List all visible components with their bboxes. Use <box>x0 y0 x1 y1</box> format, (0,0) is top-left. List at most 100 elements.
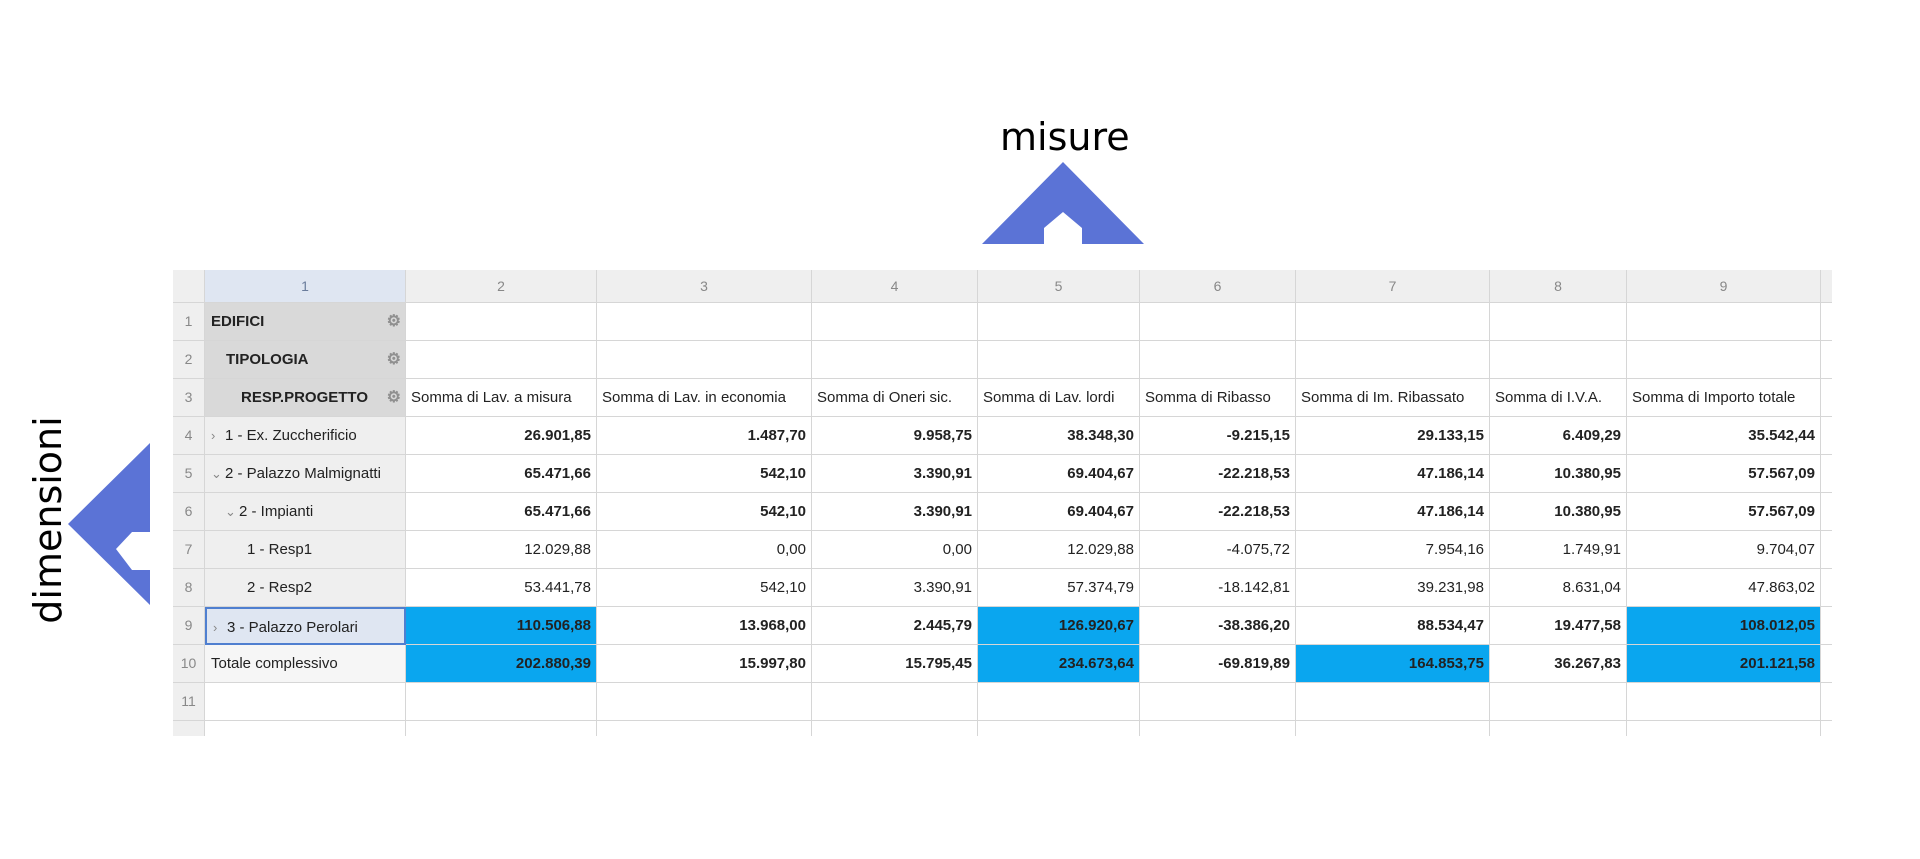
value-cell[interactable]: 3.390,91 <box>812 455 978 493</box>
value-cell[interactable]: 10.380,95 <box>1490 455 1627 493</box>
value-cell[interactable]: 164.853,75 <box>1296 645 1490 683</box>
empty-cell[interactable] <box>812 683 978 721</box>
collapse-chevron-icon[interactable]: ⌄ <box>211 455 225 492</box>
value-cell[interactable]: -69.819,89 <box>1140 645 1296 683</box>
empty-cell[interactable] <box>1296 303 1490 341</box>
empty-cell[interactable] <box>597 683 812 721</box>
row-header-8[interactable]: 8 <box>173 569 205 607</box>
value-cell[interactable]: 10.380,95 <box>1490 493 1627 531</box>
column-header-8[interactable]: 8 <box>1490 270 1627 303</box>
row-header-2[interactable]: 2 <box>173 341 205 379</box>
value-cell[interactable]: 69.404,67 <box>978 493 1140 531</box>
row-header-3[interactable]: 3 <box>173 379 205 417</box>
value-cell[interactable]: 234.673,64 <box>978 645 1140 683</box>
dimension-row-label[interactable]: 1 - Resp1 <box>205 531 406 569</box>
value-cell[interactable]: 542,10 <box>597 455 812 493</box>
column-header-3[interactable]: 3 <box>597 270 812 303</box>
measure-header[interactable]: Somma di I.V.A. <box>1490 379 1627 417</box>
empty-cell[interactable] <box>205 721 406 736</box>
empty-cell[interactable] <box>978 341 1140 379</box>
value-cell[interactable]: 9.958,75 <box>812 417 978 455</box>
value-cell[interactable]: 36.267,83 <box>1490 645 1627 683</box>
measure-header[interactable]: Somma di Im. Ribassato <box>1296 379 1490 417</box>
empty-cell[interactable] <box>1627 303 1821 341</box>
empty-cell[interactable] <box>597 303 812 341</box>
value-cell[interactable]: -4.075,72 <box>1140 531 1296 569</box>
field-header-edifici[interactable]: EDIFICI ⚙ <box>205 303 406 341</box>
empty-cell[interactable] <box>1627 721 1821 736</box>
empty-cell[interactable] <box>1821 455 1832 493</box>
value-cell[interactable]: 7.954,16 <box>1296 531 1490 569</box>
gear-icon[interactable]: ⚙ <box>387 379 401 416</box>
expand-chevron-icon[interactable]: › <box>211 417 225 454</box>
value-cell[interactable]: 9.704,07 <box>1627 531 1821 569</box>
measure-header[interactable]: Somma di Lav. lordi <box>978 379 1140 417</box>
empty-cell[interactable] <box>1140 303 1296 341</box>
row-header-1[interactable]: 1 <box>173 303 205 341</box>
value-cell[interactable]: 542,10 <box>597 569 812 607</box>
value-cell[interactable]: 3.390,91 <box>812 569 978 607</box>
value-cell[interactable]: 6.409,29 <box>1490 417 1627 455</box>
value-cell[interactable]: 65.471,66 <box>406 493 597 531</box>
value-cell[interactable]: 69.404,67 <box>978 455 1140 493</box>
value-cell[interactable]: 39.231,98 <box>1296 569 1490 607</box>
value-cell[interactable]: 8.631,04 <box>1490 569 1627 607</box>
row-header-10[interactable]: 10 <box>173 645 205 683</box>
value-cell[interactable]: 47.186,14 <box>1296 455 1490 493</box>
empty-cell[interactable] <box>812 341 978 379</box>
empty-cell[interactable] <box>978 303 1140 341</box>
empty-cell[interactable] <box>1821 341 1832 379</box>
dimension-row-label[interactable]: ⌄ 2 - Palazzo Malmignatti <box>205 455 406 493</box>
value-cell[interactable]: 15.795,45 <box>812 645 978 683</box>
column-header-extra[interactable] <box>1821 270 1832 303</box>
value-cell[interactable]: 542,10 <box>597 493 812 531</box>
collapse-chevron-icon[interactable]: ⌄ <box>225 493 239 530</box>
empty-cell[interactable] <box>1490 303 1627 341</box>
measure-header[interactable]: Somma di Importo totale <box>1627 379 1821 417</box>
value-cell[interactable]: 13.968,00 <box>597 607 812 645</box>
empty-cell[interactable] <box>597 341 812 379</box>
dimension-row-label[interactable]: › 1 - Ex. Zuccherificio <box>205 417 406 455</box>
empty-cell[interactable] <box>1140 721 1296 736</box>
value-cell[interactable]: 2.445,79 <box>812 607 978 645</box>
dimension-row-label[interactable]: Totale complessivo <box>205 645 406 683</box>
empty-cell[interactable] <box>1821 721 1832 736</box>
value-cell[interactable]: 29.133,15 <box>1296 417 1490 455</box>
empty-cell[interactable] <box>978 721 1140 736</box>
value-cell[interactable]: 108.012,05 <box>1627 607 1821 645</box>
measure-header[interactable]: Somma di Ribasso <box>1140 379 1296 417</box>
empty-cell[interactable] <box>812 303 978 341</box>
value-cell[interactable]: 47.186,14 <box>1296 493 1490 531</box>
empty-cell[interactable] <box>406 721 597 736</box>
value-cell[interactable]: 35.542,44 <box>1627 417 1821 455</box>
value-cell[interactable]: 57.567,09 <box>1627 455 1821 493</box>
value-cell[interactable]: 15.997,80 <box>597 645 812 683</box>
measure-header[interactable]: Somma di Lav. in economia <box>597 379 812 417</box>
value-cell[interactable]: 65.471,66 <box>406 455 597 493</box>
value-cell[interactable]: 53.441,78 <box>406 569 597 607</box>
empty-cell[interactable] <box>1821 531 1832 569</box>
field-header-resp-progetto[interactable]: RESP.PROGETTO ⚙ <box>205 379 406 417</box>
column-header-2[interactable]: 2 <box>406 270 597 303</box>
column-header-7[interactable]: 7 <box>1296 270 1490 303</box>
empty-cell[interactable] <box>1490 341 1627 379</box>
empty-cell[interactable] <box>1821 645 1832 683</box>
value-cell[interactable]: 12.029,88 <box>406 531 597 569</box>
column-header-1[interactable]: 1 <box>205 270 406 303</box>
column-header-4[interactable]: 4 <box>812 270 978 303</box>
empty-cell[interactable] <box>1821 569 1832 607</box>
row-header-4[interactable]: 4 <box>173 417 205 455</box>
gear-icon[interactable]: ⚙ <box>387 341 401 378</box>
empty-cell[interactable] <box>406 683 597 721</box>
measure-header[interactable]: Somma di Oneri sic. <box>812 379 978 417</box>
column-header-9[interactable]: 9 <box>1627 270 1821 303</box>
value-cell[interactable]: 110.506,88 <box>406 607 597 645</box>
dimension-row-label[interactable]: 2 - Resp2 <box>205 569 406 607</box>
row-header-partial[interactable] <box>173 721 205 736</box>
empty-cell[interactable] <box>1821 683 1832 721</box>
row-header-7[interactable]: 7 <box>173 531 205 569</box>
empty-cell[interactable] <box>597 721 812 736</box>
value-cell[interactable]: -18.142,81 <box>1140 569 1296 607</box>
value-cell[interactable]: -22.218,53 <box>1140 493 1296 531</box>
measure-header[interactable]: Somma di Lav. a misura <box>406 379 597 417</box>
